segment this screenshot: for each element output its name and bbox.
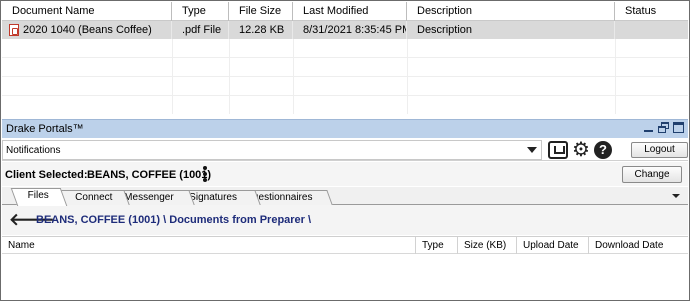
change-client-button[interactable]: Change (622, 166, 682, 183)
table-row[interactable]: 2020 1040 (Beans Coffee) .pdf File 12.28… (2, 21, 688, 39)
document-name-text: 2020 1040 (Beans Coffee) (23, 24, 152, 36)
more-options-icon[interactable] (203, 166, 207, 182)
restore-icon[interactable] (658, 122, 669, 133)
tab-overflow-icon[interactable] (672, 194, 680, 198)
tab-files[interactable]: Files (10, 188, 68, 206)
breadcrumb[interactable]: BEANS, COFFEE (1001) \ Documents from Pr… (36, 214, 311, 226)
portal-title-bar: Drake Portals™ (2, 119, 688, 138)
client-selected-row: Client Selected: BEANS, COFFEE (1001) Ch… (2, 162, 688, 186)
column-header-name[interactable]: Name (2, 237, 416, 254)
documents-grid-header: Document Name Type File Size Last Modifi… (2, 2, 688, 21)
maximize-icon[interactable] (673, 122, 684, 133)
column-header-type[interactable]: Type (172, 2, 229, 21)
column-header-download-date[interactable]: Download Date (589, 237, 688, 254)
column-header-type[interactable]: Type (416, 237, 458, 254)
files-grid: Name Type Size (KB) Upload Date Download… (2, 236, 688, 298)
breadcrumb-row: 🡐 BEANS, COFFEE (1001) \ Documents from … (2, 205, 688, 235)
help-icon[interactable]: ? (593, 141, 612, 159)
column-header-file-size[interactable]: File Size (229, 2, 293, 21)
portal-tabs: Questionnaires Signatures Messenger Conn… (2, 187, 688, 206)
inbox-icon[interactable] (548, 141, 568, 159)
documents-grid: Document Name Type File Size Last Modifi… (2, 2, 688, 114)
files-grid-header: Name Type Size (KB) Upload Date Download… (2, 237, 688, 254)
column-header-status[interactable]: Status (615, 2, 688, 21)
gear-icon[interactable]: ⚙ (572, 140, 590, 160)
cell-description: Description (407, 21, 615, 39)
minimize-icon[interactable] (643, 122, 654, 133)
portal-title: Drake Portals™ (6, 123, 84, 135)
column-header-size[interactable]: Size (KB) (458, 237, 517, 254)
logout-button[interactable]: Logout (631, 142, 688, 158)
column-header-document-name[interactable]: Document Name (2, 2, 172, 21)
column-header-description[interactable]: Description (407, 2, 615, 21)
notifications-dropdown[interactable]: Notifications (2, 140, 542, 160)
chevron-down-icon[interactable] (527, 147, 537, 153)
cell-status (615, 21, 688, 39)
cell-last-modified: 8/31/2021 8:35:45 PM (293, 21, 407, 39)
cell-type: .pdf File (172, 21, 229, 39)
toolbar-icons: ⚙ ? (548, 140, 612, 160)
tab-label: Files (28, 190, 50, 201)
notifications-label: Notifications (6, 145, 61, 156)
column-header-upload-date[interactable]: Upload Date (517, 237, 589, 254)
cell-document-name: 2020 1040 (Beans Coffee) (2, 21, 172, 39)
pdf-file-icon (9, 24, 19, 36)
tab-label: Connect (75, 192, 113, 203)
tab-connect[interactable]: Connect (58, 190, 130, 205)
empty-grid-area (2, 39, 688, 114)
client-selected-label: Client Selected: (5, 169, 88, 181)
column-header-last-modified[interactable]: Last Modified (293, 2, 407, 21)
client-name: BEANS, COFFEE (1001) (87, 169, 212, 181)
tab-label: Messenger (124, 192, 174, 203)
tab-label: Signatures (188, 192, 237, 203)
window-controls (643, 122, 684, 133)
window-frame: Document Name Type File Size Last Modifi… (0, 0, 690, 301)
notifications-row: Notifications ⚙ ? Logout (2, 139, 688, 161)
cell-file-size: 12.28 KB (229, 21, 293, 39)
